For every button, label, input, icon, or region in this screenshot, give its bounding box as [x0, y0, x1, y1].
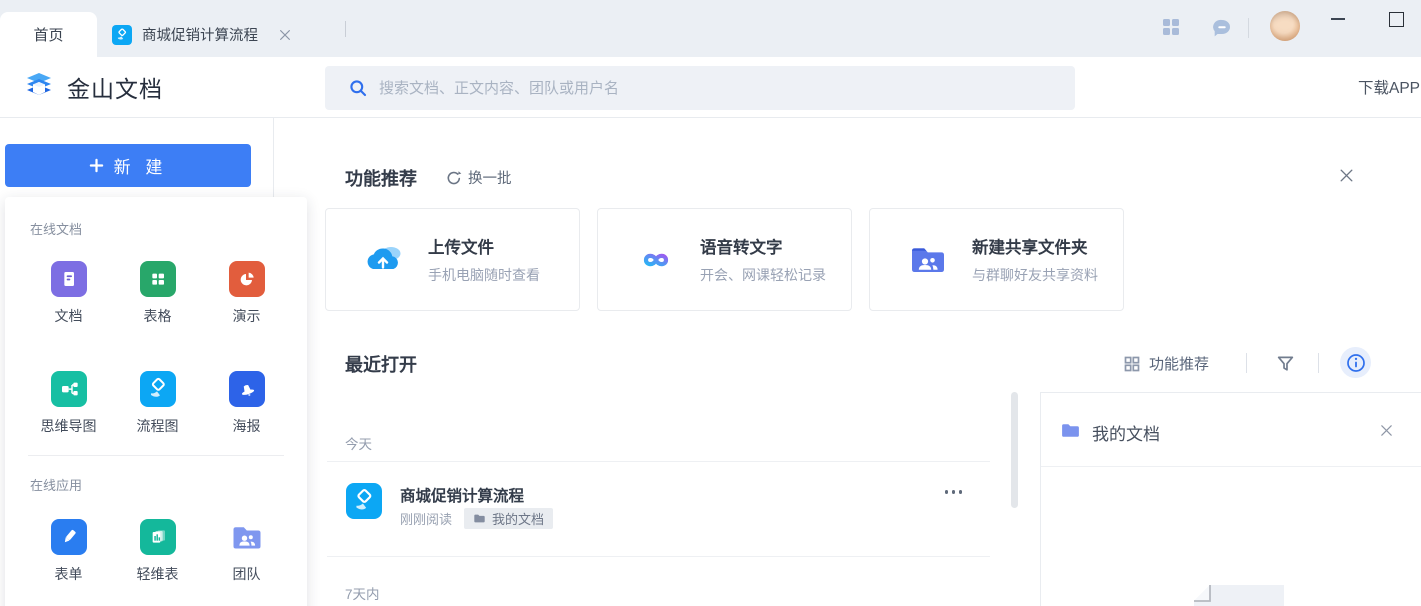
controls-divider — [1246, 353, 1247, 373]
card-title: 上传文件 — [428, 239, 494, 257]
search-input[interactable] — [379, 79, 1061, 97]
recent-doc-row[interactable]: 商城促销计算流程 刚刚阅读 我的文档 — [327, 472, 990, 530]
card-new-shared-folder[interactable]: 新建共享文件夹 与群聊好友共享资料 — [869, 208, 1124, 311]
presentation-icon — [228, 261, 265, 297]
apps-grid-icon[interactable] — [1162, 18, 1180, 36]
info-icon — [1346, 353, 1365, 372]
card-subtitle: 开会、网课轻松记录 — [700, 267, 826, 283]
app-name: 金山文档 — [67, 76, 163, 102]
section-title-online-docs: 在线文档 — [30, 222, 83, 237]
new-document-menu: 在线文档 文档 表格 演示 思维导图 流程图 海报 在线应用 表单 轻维表 团队 — [5, 197, 307, 606]
tab-document-label: 商城促销计算流程 — [142, 28, 258, 44]
flowchart-icon — [139, 371, 176, 407]
folder-icon — [474, 514, 485, 523]
upload-cloud-icon — [362, 238, 406, 282]
tab-home[interactable]: 首页 — [0, 12, 97, 57]
doc-location-badge[interactable]: 我的文档 — [464, 508, 554, 529]
list-divider — [327, 461, 990, 462]
poster-icon — [228, 371, 265, 407]
doc-more-menu-icon[interactable] — [944, 490, 962, 494]
maximize-button[interactable] — [1389, 12, 1404, 27]
titlebar-divider — [1248, 18, 1249, 38]
plus-icon — [89, 158, 103, 173]
card-upload-file[interactable]: 上传文件 手机电脑随时查看 — [325, 208, 580, 311]
menu-item-doc[interactable]: 文档 — [24, 261, 113, 326]
tab-document[interactable]: 商城促销计算流程 — [112, 12, 292, 57]
recommend-title: 功能推荐 — [345, 169, 417, 189]
recent-doc-time: 刚刚阅读 — [400, 512, 453, 527]
list-scrollbar[interactable] — [1011, 392, 1018, 508]
card-title: 语音转文字 — [700, 239, 783, 257]
menu-item-spreadsheet[interactable]: 表格 — [113, 261, 202, 326]
info-button[interactable] — [1340, 347, 1371, 378]
app-header: 金山文档 下载APP — [0, 57, 1421, 118]
shared-folder-icon — [906, 238, 950, 282]
menu-item-lightsheet[interactable]: 轻维表 — [113, 519, 202, 584]
online-apps-grid: 表单 轻维表 团队 — [24, 519, 291, 584]
menu-item-poster[interactable]: 海报 — [202, 371, 291, 436]
card-subtitle: 手机电脑随时查看 — [428, 267, 540, 283]
logo-cube-icon — [22, 70, 56, 104]
tab-home-label: 首页 — [33, 27, 64, 44]
recent-doc-meta: 刚刚阅读 我的文档 — [400, 508, 554, 529]
list-divider — [327, 556, 990, 557]
new-document-button[interactable]: 新 建 — [5, 144, 251, 187]
menu-item-mindmap[interactable]: 思维导图 — [24, 371, 113, 436]
menu-item-presentation[interactable]: 演示 — [202, 261, 291, 326]
minimize-button[interactable] — [1331, 18, 1345, 20]
recent-title: 最近打开 — [345, 355, 417, 375]
recommend-toggle-button[interactable]: 功能推荐 — [1124, 353, 1209, 374]
controls-divider — [1318, 353, 1319, 373]
search-icon — [349, 79, 367, 97]
card-voice-to-text[interactable]: 语音转文字 开会、网课轻松记录 — [597, 208, 852, 311]
my-documents-panel: 我的文档 — [1040, 392, 1421, 606]
flowchart-doc-icon — [112, 24, 132, 45]
app-window: 首页 商城促销计算流程 金山文档 搜索文档、正文内容、团队或用户名 下载APP … — [0, 0, 1421, 606]
panel-title: 我的文档 — [1092, 425, 1160, 444]
chat-icon[interactable] — [1212, 18, 1232, 38]
lightsheet-icon — [139, 519, 176, 555]
user-avatar[interactable] — [1270, 11, 1300, 41]
card-subtitle: 与群聊好友共享资料 — [972, 267, 1098, 283]
online-docs-grid: 文档 表格 演示 思维导图 流程图 海报 — [24, 261, 291, 436]
menu-divider — [28, 455, 284, 456]
card-title: 新建共享文件夹 — [972, 239, 1088, 257]
panel-close-icon[interactable] — [1379, 423, 1394, 438]
doc-location-label: 我的文档 — [492, 512, 545, 527]
recommend-close-icon[interactable] — [1338, 167, 1355, 184]
search-bar[interactable] — [325, 66, 1075, 110]
spreadsheet-icon — [139, 261, 176, 297]
panel-header: 我的文档 — [1041, 393, 1421, 467]
recommend-toggle-label: 功能推荐 — [1149, 356, 1210, 373]
team-folder-icon — [229, 519, 265, 555]
menu-item-form[interactable]: 表单 — [24, 519, 113, 584]
form-icon — [50, 519, 87, 555]
section-title-online-apps: 在线应用 — [30, 478, 83, 493]
new-button-label: 新 建 — [113, 158, 168, 177]
flowchart-doc-icon — [346, 483, 382, 519]
folder-icon — [1060, 420, 1081, 441]
recent-doc-title: 商城促销计算流程 — [400, 488, 525, 505]
download-app-link[interactable]: 下载APP — [1358, 76, 1420, 98]
tab-bar: 首页 商城促销计算流程 — [0, 0, 1421, 57]
tab-close-icon[interactable] — [278, 28, 292, 42]
refresh-icon — [447, 170, 462, 184]
voice-to-text-icon — [634, 238, 678, 282]
empty-state-illustration — [1193, 584, 1285, 606]
refresh-batch-button[interactable]: 换一批 — [446, 167, 512, 188]
group-label-week: 7天内 — [345, 587, 380, 602]
app-logo[interactable]: 金山文档 — [22, 70, 163, 104]
filter-icon[interactable] — [1276, 354, 1295, 373]
grid-toggle-icon — [1124, 356, 1140, 371]
menu-item-flowchart[interactable]: 流程图 — [113, 371, 202, 436]
menu-item-team[interactable]: 团队 — [202, 519, 291, 584]
doc-icon — [50, 261, 87, 297]
tab-divider — [345, 21, 346, 37]
group-label-today: 今天 — [345, 437, 372, 452]
mindmap-icon — [50, 371, 87, 407]
refresh-batch-label: 换一批 — [468, 171, 512, 187]
